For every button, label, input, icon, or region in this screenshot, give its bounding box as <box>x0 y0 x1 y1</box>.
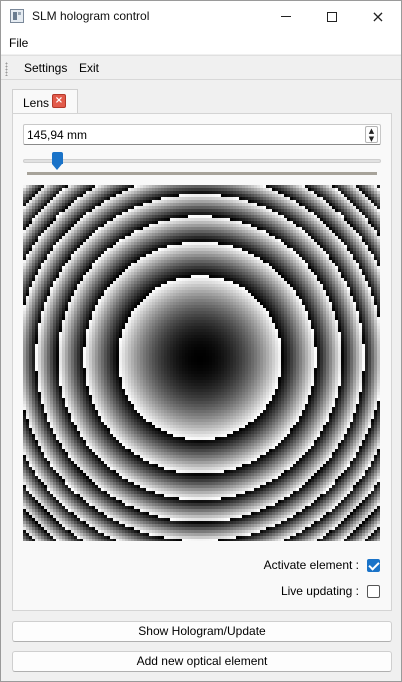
add-optical-element-button[interactable]: Add new optical element <box>12 651 392 672</box>
activate-element-checkbox[interactable] <box>367 558 380 572</box>
toolbar-settings-button[interactable]: Settings <box>24 61 67 75</box>
maximize-button[interactable] <box>309 1 355 32</box>
spin-up-arrow-icon[interactable]: ▲ <box>366 127 377 135</box>
hologram-preview <box>23 185 380 541</box>
slider-handle-body <box>52 152 63 164</box>
slider-handle[interactable] <box>52 152 63 170</box>
minimize-icon <box>281 16 291 17</box>
tab-lens-label: Lens <box>23 96 50 110</box>
focal-length-slider[interactable] <box>23 152 381 172</box>
menu-bar: File <box>1 32 401 54</box>
maximize-icon <box>327 11 337 22</box>
activate-element-label: Activate element : <box>263 558 359 572</box>
live-updating-label: Live updating : <box>280 584 359 598</box>
slider-tick-bar <box>27 172 377 175</box>
minimize-button[interactable] <box>263 1 309 32</box>
window-title: SLM hologram control <box>32 9 150 23</box>
toolbar-exit-button[interactable]: Exit <box>79 61 99 75</box>
tab-close-icon[interactable]: × <box>52 94 66 108</box>
title-bar[interactable]: SLM hologram control × <box>1 1 401 32</box>
activate-element-row: Activate element : <box>264 557 380 573</box>
toolbar: Settings Exit <box>1 55 401 80</box>
show-hologram-button[interactable]: Show Hologram/Update <box>12 621 392 642</box>
focal-length-value[interactable]: 145,94 mm <box>27 128 87 142</box>
slider-track[interactable] <box>23 159 381 163</box>
live-updating-row: Live updating : <box>281 583 380 599</box>
hologram-phase-image <box>23 185 380 541</box>
close-window-button[interactable]: × <box>355 1 401 32</box>
main-window: SLM hologram control × File Settings Exi… <box>0 0 402 682</box>
slider-handle-pointer <box>52 164 62 170</box>
live-updating-checkbox[interactable] <box>367 584 380 598</box>
toolbar-grip-handle[interactable] <box>5 62 8 76</box>
lens-tab-panel: 145,94 mm ▲ ▼ Activate element : Live up… <box>12 113 392 611</box>
close-icon: × <box>371 6 385 26</box>
focal-length-spinbox[interactable]: 145,94 mm ▲ ▼ <box>23 124 381 145</box>
menu-file[interactable]: File <box>9 36 28 50</box>
spinbox-arrows: ▲ ▼ <box>365 126 378 143</box>
spin-down-arrow-icon[interactable]: ▼ <box>366 135 377 143</box>
tab-lens[interactable]: Lens × <box>12 89 78 114</box>
app-window-icon <box>10 9 24 23</box>
